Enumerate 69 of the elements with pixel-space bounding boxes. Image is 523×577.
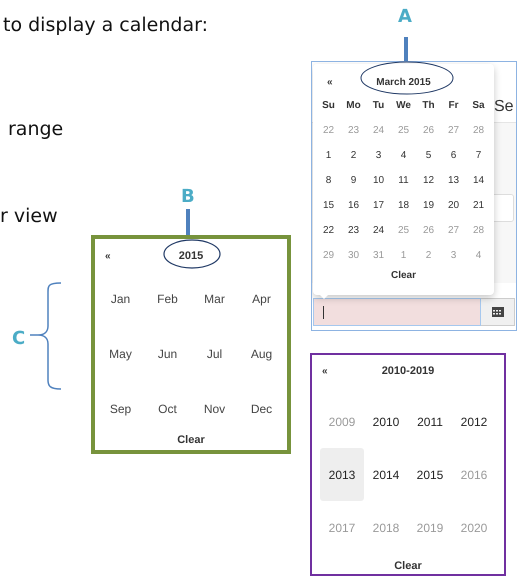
month-cell[interactable]: Mar (191, 271, 238, 326)
body-text: range (8, 118, 64, 140)
day-cell[interactable]: 3 (366, 143, 391, 168)
day-cell[interactable]: 20 (441, 193, 466, 218)
day-cell[interactable]: 21 (466, 193, 491, 218)
month-cell[interactable]: Dec (238, 381, 285, 436)
day-cell[interactable]: 12 (416, 168, 441, 193)
previous-button[interactable]: « (313, 76, 337, 88)
year-cell[interactable]: 2012 (452, 395, 496, 448)
previous-button[interactable]: « (312, 366, 336, 376)
day-cell[interactable]: 15 (316, 193, 341, 218)
month-cell[interactable]: May (97, 326, 144, 381)
weekday-label: We (395, 99, 412, 113)
month-cell[interactable]: Nov (191, 381, 238, 436)
month-cell[interactable]: Oct (144, 381, 191, 436)
month-title[interactable]: March 2015 (376, 76, 431, 88)
month-cell[interactable]: Sep (97, 381, 144, 436)
day-cell[interactable]: 1 (316, 143, 341, 168)
weekday-label: Su (321, 99, 336, 113)
weekday-label: Sa (471, 99, 486, 113)
calendar-button[interactable] (481, 298, 515, 326)
month-cell[interactable]: Apr (238, 271, 285, 326)
body-text: to display a calendar: (3, 14, 208, 36)
clear-button[interactable]: Clear (177, 434, 205, 446)
day-cell[interactable]: 7 (466, 143, 491, 168)
year-title[interactable]: 2015 (178, 250, 204, 262)
month-cell[interactable]: Aug (238, 326, 285, 381)
day-cell[interactable]: 19 (416, 193, 441, 218)
body-text: r view (0, 205, 58, 227)
day-cell[interactable]: 22 (316, 218, 341, 243)
day-cell[interactable]: 6 (441, 143, 466, 168)
clear-button[interactable]: Clear (390, 270, 416, 281)
day-cell[interactable]: 16 (341, 193, 366, 218)
day-cell[interactable]: 24 (366, 218, 391, 243)
weekday-label: Mo (345, 99, 362, 113)
clear-button[interactable]: Clear (394, 560, 422, 572)
year-cell[interactable]: 2013 (320, 448, 364, 501)
day-cell[interactable]: 13 (441, 168, 466, 193)
highlight-ellipse (163, 239, 221, 269)
day-cell[interactable]: 23 (341, 218, 366, 243)
heading-text: Se (494, 98, 514, 116)
previous-button[interactable]: « (95, 250, 119, 262)
day-cell[interactable]: 18 (391, 193, 416, 218)
day-cell[interactable]: 2 (341, 143, 366, 168)
callout-label: A (398, 8, 412, 26)
year-cell[interactable]: 2011 (408, 395, 452, 448)
weekday-label: Fr (448, 99, 460, 113)
weekday-label: Th (421, 99, 436, 113)
day-cell[interactable]: 11 (391, 168, 416, 193)
date-input[interactable] (313, 298, 481, 326)
month-cell[interactable]: Feb (144, 271, 191, 326)
day-cell[interactable]: 10 (366, 168, 391, 193)
weekday-label: Tu (372, 99, 386, 113)
day-cell[interactable]: 8 (316, 168, 341, 193)
calendar-icon (492, 307, 504, 317)
month-cell[interactable]: Jun (144, 326, 191, 381)
callout-label: C (12, 330, 26, 348)
month-cell[interactable]: Jul (191, 326, 238, 381)
year-cell[interactable]: 2010 (364, 395, 408, 448)
day-cell[interactable]: 9 (341, 168, 366, 193)
day-cell[interactable]: 4 (391, 143, 416, 168)
day-cell[interactable]: 5 (416, 143, 441, 168)
year-cell[interactable]: 2015 (408, 448, 452, 501)
month-cell[interactable]: Jan (97, 271, 144, 326)
decade-title[interactable]: 2010-2019 (382, 365, 434, 377)
year-cell[interactable]: 2014 (364, 448, 408, 501)
day-cell[interactable]: 14 (466, 168, 491, 193)
day-cell[interactable]: 17 (366, 193, 391, 218)
callout-label: B (181, 188, 195, 206)
